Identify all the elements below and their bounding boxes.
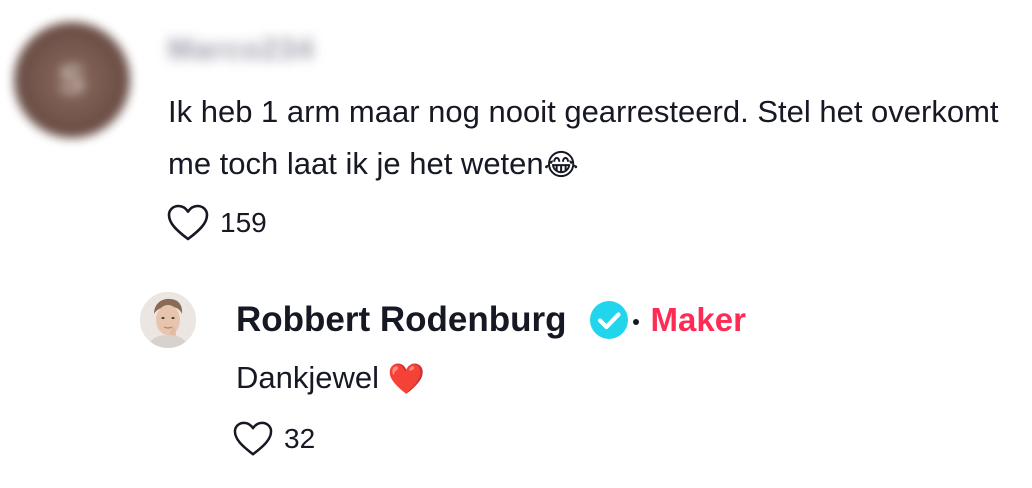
reply-avatar[interactable] xyxy=(140,292,196,348)
heart-outline-icon[interactable] xyxy=(232,420,274,458)
reply-item: Robbert Rodenburg Maker Dankjewel ❤️ 32 xyxy=(0,270,1032,488)
creator-badge: Maker xyxy=(650,301,746,338)
avatar[interactable]: S xyxy=(14,22,130,138)
comment-text: Ik heb 1 arm maar nog nooit gearresteerd… xyxy=(168,86,1018,190)
verified-badge-icon xyxy=(589,300,629,340)
separator-dot xyxy=(632,319,639,325)
reply-text-body: Dankjewel xyxy=(236,360,380,395)
reply-author-name[interactable]: Robbert Rodenburg xyxy=(236,300,567,340)
heart-outline-icon[interactable] xyxy=(166,203,210,243)
comment-item: S Marco234 Ik heb 1 arm maar nog nooit g… xyxy=(0,0,1032,270)
avatar-initial: S xyxy=(58,57,86,102)
creator-avatar-portrait xyxy=(140,292,196,348)
reply-text: Dankjewel ❤️ xyxy=(236,356,425,400)
comment-text-body: Ik heb 1 arm maar nog nooit gearresteerd… xyxy=(168,94,999,181)
red-heart-emoji: ❤️ xyxy=(387,362,425,396)
reply-like-button[interactable]: 32 xyxy=(232,420,315,458)
reply-header: Robbert Rodenburg Maker xyxy=(236,292,746,348)
comment-like-count: 159 xyxy=(220,207,267,238)
reply-like-count: 32 xyxy=(284,423,316,454)
comment-like-button[interactable]: 159 xyxy=(166,203,267,243)
tears-of-joy-emoji: 😂 xyxy=(543,148,579,182)
comment-author-username[interactable]: Marco234 xyxy=(168,30,314,70)
